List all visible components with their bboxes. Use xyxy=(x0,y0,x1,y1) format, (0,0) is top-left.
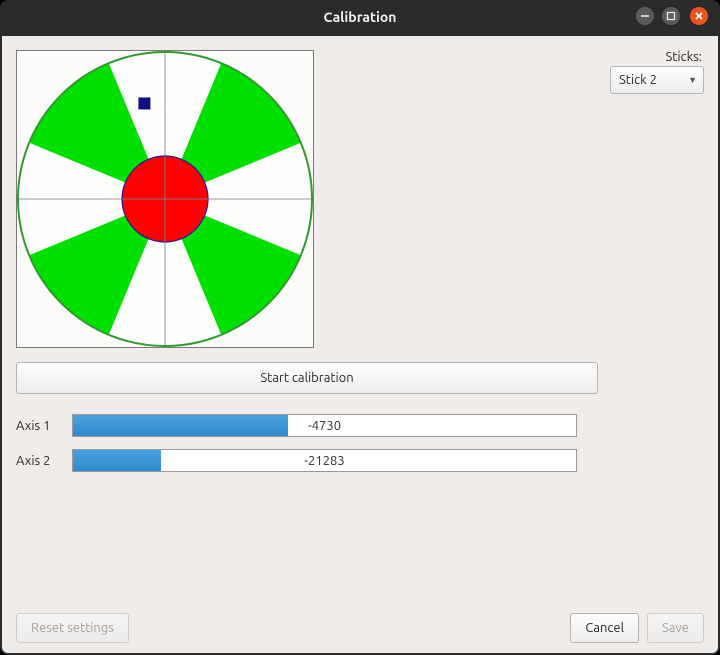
titlebar: Calibration xyxy=(0,0,720,34)
save-label: Save xyxy=(662,621,689,635)
save-button[interactable]: Save xyxy=(647,613,704,643)
calibration-window: Calibration Sticks: Stick 2 ▼ Sta xyxy=(0,0,720,655)
axis-value: -21283 xyxy=(73,450,576,471)
axis-label: Axis 1 xyxy=(16,419,72,433)
top-row: Sticks: Stick 2 ▼ xyxy=(16,50,704,348)
reset-settings-label: Reset settings xyxy=(31,621,114,635)
dialog-button-bar: Reset settings Cancel Save xyxy=(16,607,704,643)
axis-row: Axis 1-4730 xyxy=(16,414,704,437)
axes-list: Axis 1-4730 Axis 2-21283 xyxy=(16,414,704,484)
stick-visual xyxy=(16,50,314,348)
window-title: Calibration xyxy=(324,9,397,25)
sticks-label: Sticks: xyxy=(610,50,704,64)
client-area: Sticks: Stick 2 ▼ Start calibration Axis… xyxy=(2,36,718,653)
axis-label: Axis 2 xyxy=(16,454,72,468)
reset-settings-button[interactable]: Reset settings xyxy=(16,613,129,643)
cancel-button[interactable]: Cancel xyxy=(570,613,639,643)
sticks-dropdown-value: Stick 2 xyxy=(619,73,657,87)
chevron-down-icon: ▼ xyxy=(688,75,697,85)
axis-bar: -4730 xyxy=(72,414,577,437)
maximize-icon[interactable] xyxy=(662,7,680,25)
stick-selector-group: Sticks: Stick 2 ▼ xyxy=(610,50,704,94)
start-calibration-button[interactable]: Start calibration xyxy=(16,362,598,394)
cancel-label: Cancel xyxy=(585,621,624,635)
start-calibration-label: Start calibration xyxy=(260,371,353,385)
axis-row: Axis 2-21283 xyxy=(16,449,704,472)
minimize-icon[interactable] xyxy=(636,7,654,25)
close-icon[interactable] xyxy=(690,7,708,25)
axis-bar: -21283 xyxy=(72,449,577,472)
sticks-dropdown[interactable]: Stick 2 ▼ xyxy=(610,66,704,94)
axis-value: -4730 xyxy=(73,415,576,436)
